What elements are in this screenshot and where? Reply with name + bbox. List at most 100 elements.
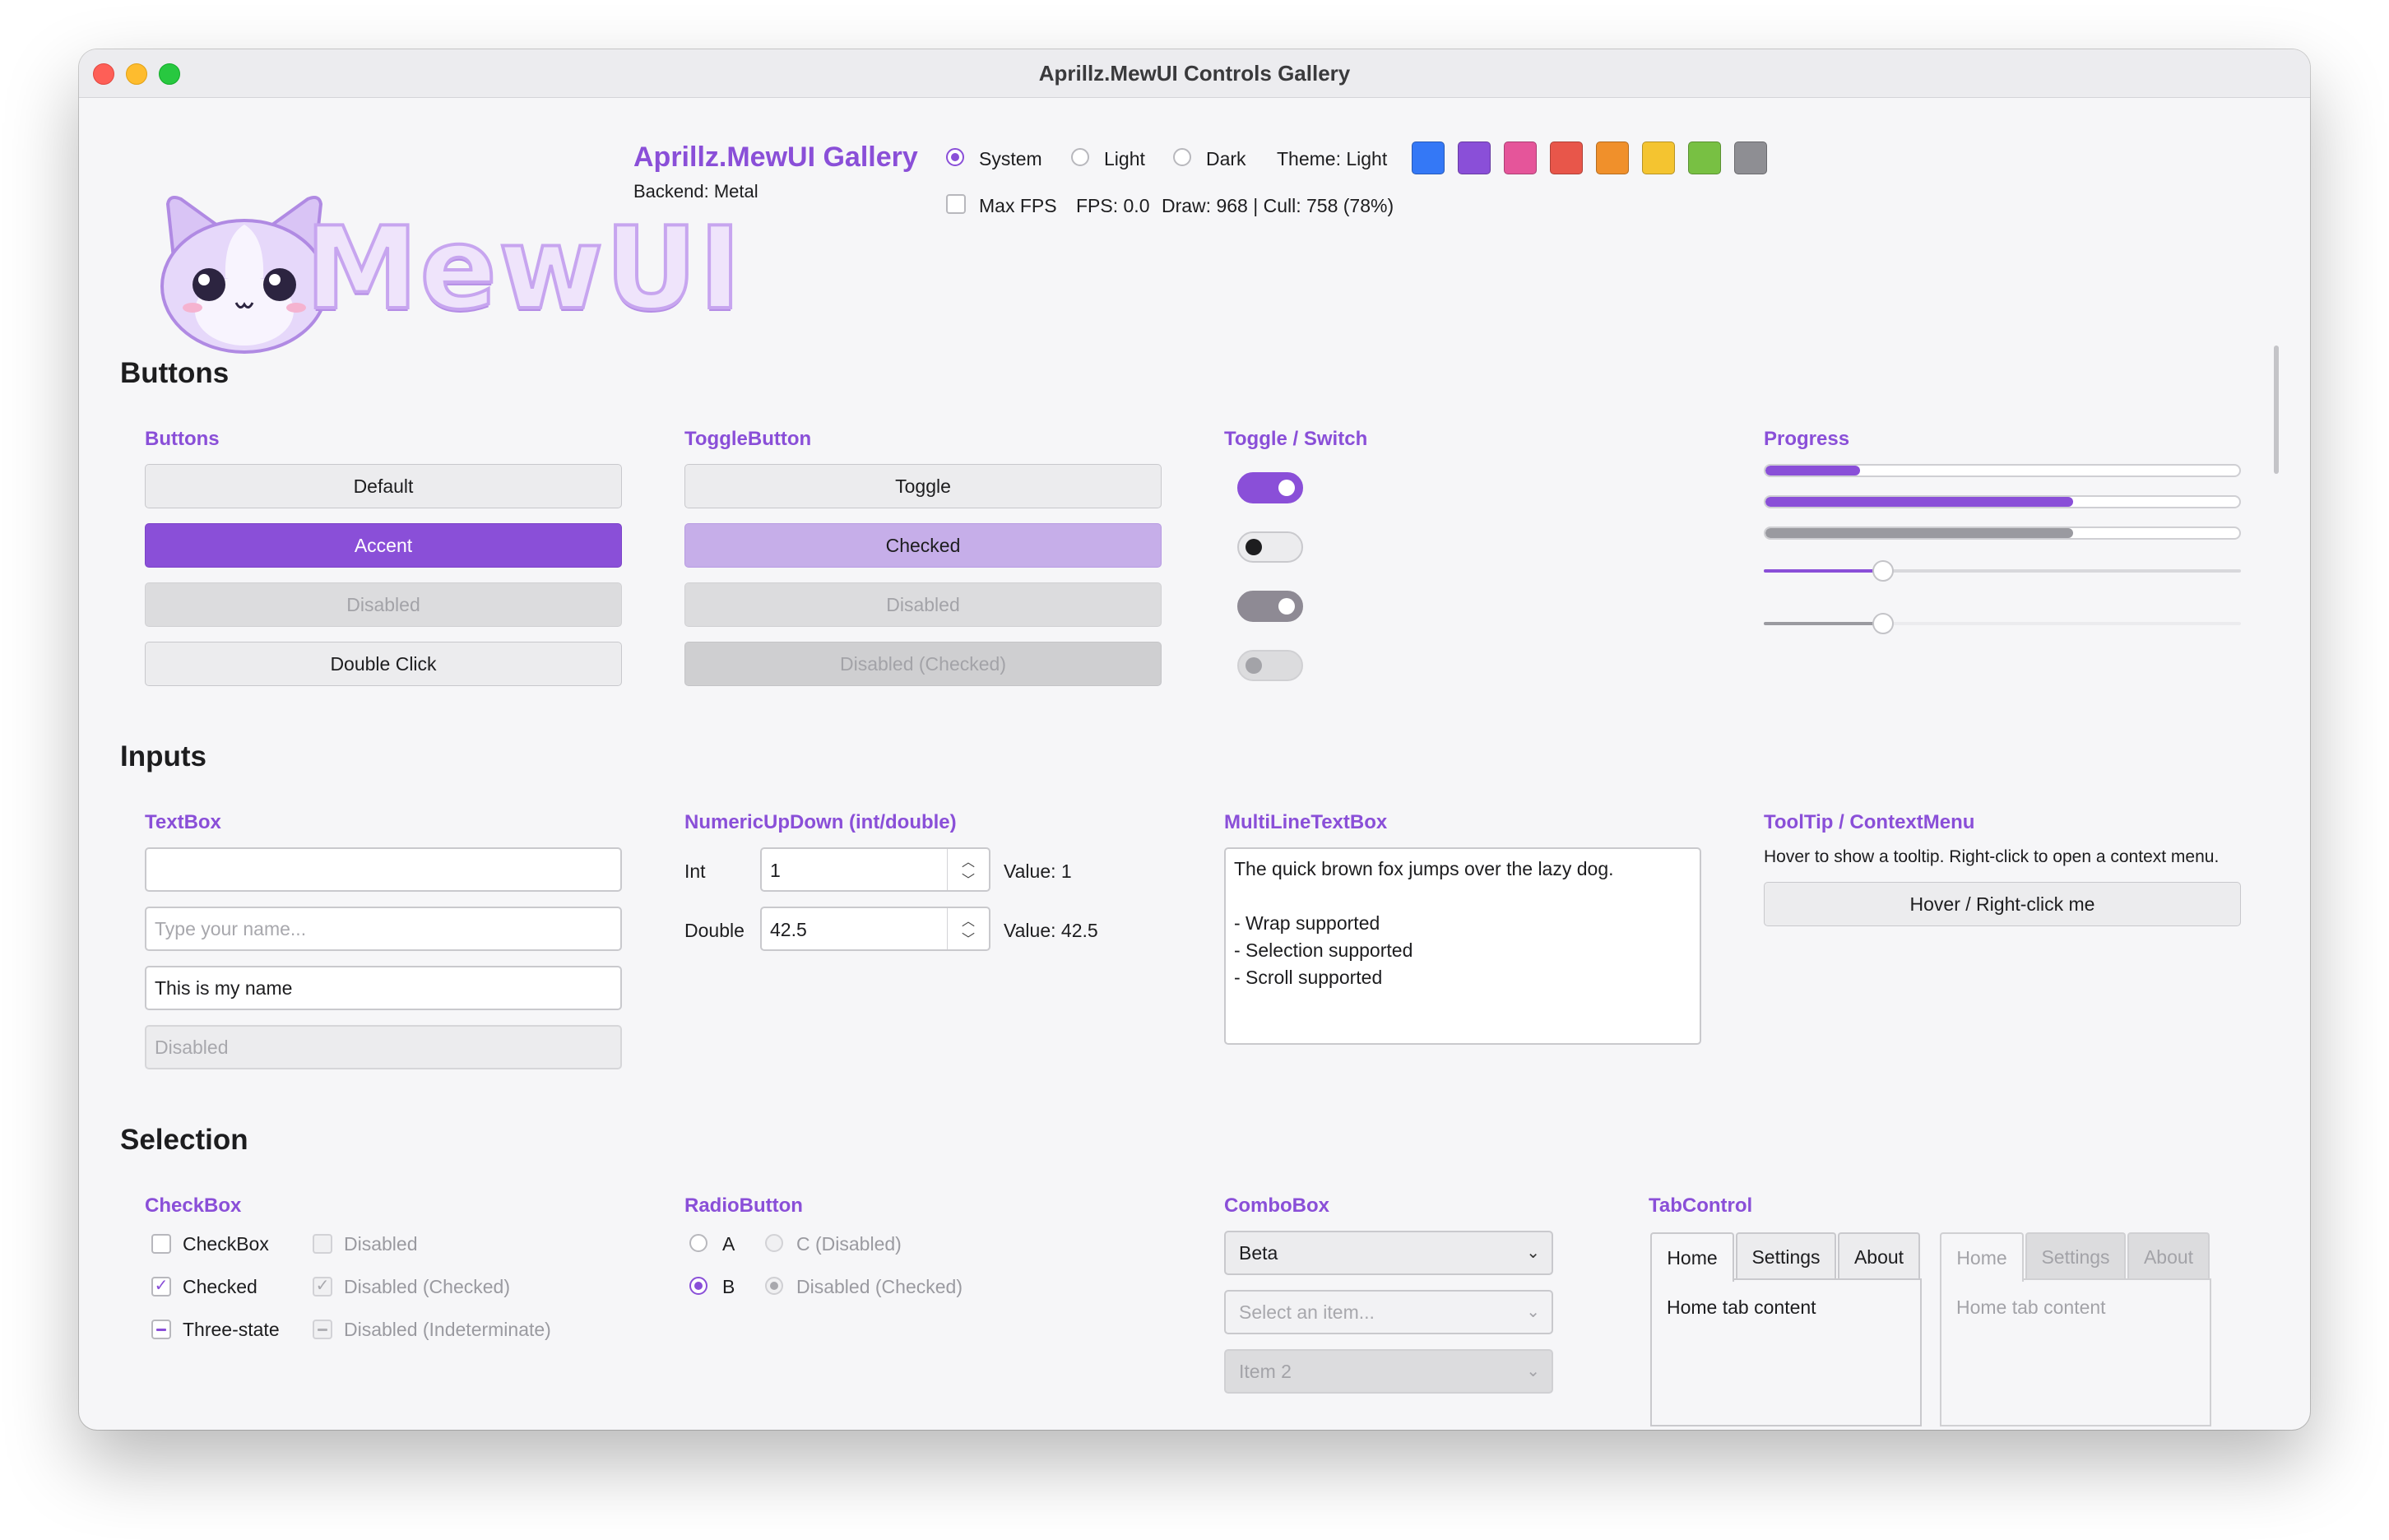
indeterminate-icon [156,1329,166,1331]
double-spinner[interactable]: ︿ ﹀ [947,908,989,949]
toggle-switch [1237,591,1303,622]
multiline-line: - Scroll supported [1234,967,1383,988]
textbox-placeholder[interactable]: Type your name... [145,907,622,951]
checkbox-label: Disabled (Indeterminate) [344,1319,551,1340]
radio-c-disabled [765,1234,783,1252]
multiline-line: - Wrap supported [1234,912,1380,934]
toggle-switch[interactable] [1237,531,1303,563]
increment-icon[interactable]: ︿ [948,910,989,930]
accent-button[interactable]: Accent [145,523,622,568]
toggle-switch [1237,650,1303,681]
toggle-switch[interactable] [1237,472,1303,503]
accent-swatch[interactable] [1412,141,1445,174]
combobox-placeholder-text: Select an item... [1239,1301,1375,1323]
progress-bar [1764,526,2241,540]
int-spinner[interactable]: ︿ ﹀ [947,849,989,890]
theme-radio-dark[interactable] [1173,148,1191,166]
accent-swatch[interactable] [1642,141,1675,174]
progress-fill [1765,528,2074,538]
tab-about-disabled: About [2127,1232,2210,1280]
checkmark-icon: ✓ [315,1277,330,1295]
textbox-name[interactable]: This is my name [145,966,622,1010]
gallery-content: MewUI Aprillz.MewUI Gallery Backend: Met… [79,97,2310,1430]
switch-knob [1278,480,1295,496]
window-title: Aprillz.MewUI Controls Gallery [1038,61,1351,86]
double-numeric-updown[interactable]: 42.5 ︿ ﹀ [760,907,990,951]
checkbox: ✓ [313,1277,332,1296]
toggle-button[interactable]: Toggle [684,464,1162,508]
progress-bar [1764,464,2241,477]
tab-content: Home tab content [1667,1296,1816,1318]
mewui-logo-text: MewUI [304,202,743,335]
multiline-textbox[interactable]: The quick brown fox jumps over the lazy … [1224,847,1701,1045]
radio-disabled-checked-label: Disabled (Checked) [796,1276,963,1297]
accent-swatch[interactable] [1550,141,1583,174]
accent-swatch[interactable] [1504,141,1537,174]
int-numeric-updown[interactable]: 1 ︿ ﹀ [760,847,990,892]
double-value: 42.5 [770,919,807,940]
tab-panel: Home tab content [1650,1278,1922,1426]
group-title-buttons: Buttons [145,428,220,450]
theme-option-dark: Dark [1206,148,1246,169]
vertical-scrollbar[interactable] [2274,346,2279,474]
tabcontrol-disabled: Home Settings About Home tab content [1940,1232,2211,1426]
group-title-textbox: TextBox [145,811,221,833]
section-title-buttons: Buttons [120,357,230,389]
theme-radio-light[interactable] [1071,148,1089,166]
radio-a-label: A [722,1233,735,1255]
group-title-togglebutton: ToggleButton [684,428,812,450]
int-readout: Value: 1 [1004,860,1072,882]
accent-swatch[interactable] [1596,141,1629,174]
tabcontrol-enabled: Home Settings About Home tab content [1650,1232,1922,1426]
default-button[interactable]: Default [145,464,622,508]
hover-right-click-button[interactable]: Hover / Right-click me [1764,882,2241,926]
slider-fill [1764,622,1883,625]
group-title-progress: Progress [1764,428,1850,450]
switch-knob [1246,539,1262,555]
combobox-disabled-value: Item 2 [1239,1360,1292,1382]
title-bar: Aprillz.MewUI Controls Gallery [79,49,2310,98]
tab-settings[interactable]: Settings [1736,1232,1836,1280]
decrement-icon[interactable]: ﹀ [948,869,989,888]
tab-home-disabled: Home [1940,1232,2024,1282]
section-title-selection: Selection [120,1124,248,1156]
combobox-selected[interactable]: Beta ⌄ [1224,1231,1553,1275]
multiline-line: The quick brown fox jumps over the lazy … [1234,858,1614,879]
textbox-empty[interactable] [145,847,622,892]
draw-stats: Draw: 968 | Cull: 758 (78%) [1162,195,1394,216]
accent-swatch[interactable] [1734,141,1767,174]
checkbox-label: Disabled [344,1233,418,1255]
radio-a[interactable] [689,1234,707,1252]
checkbox-label: Disabled (Checked) [344,1276,510,1297]
increment-icon[interactable]: ︿ [948,851,989,870]
double-click-button[interactable]: Double Click [145,642,622,686]
combobox-value: Beta [1239,1241,1278,1264]
group-title-tabcontrol: TabControl [1649,1194,1753,1217]
theme-radio-system[interactable] [946,148,964,166]
int-label: Int [684,860,706,882]
checkbox[interactable]: ✓ [151,1277,171,1296]
chevron-down-icon: ⌄ [1526,1303,1540,1321]
accent-swatch[interactable] [1458,141,1491,174]
theme-label: Theme: Light [1277,148,1388,169]
group-title-multiline: MultiLineTextBox [1224,811,1388,833]
disabled-button: Disabled [145,582,622,627]
tab-home[interactable]: Home [1650,1232,1734,1282]
checkbox [313,1320,332,1339]
tab-about[interactable]: About [1838,1232,1920,1280]
toggle-button-checked[interactable]: Checked [684,523,1162,568]
tab-panel-disabled: Home tab content [1940,1278,2211,1426]
textbox-disabled: Disabled [145,1025,622,1069]
accent-swatch[interactable] [1688,141,1721,174]
max-fps-label: Max FPS [979,195,1057,216]
group-title-tooltip: ToolTip / ContextMenu [1764,811,1975,833]
radio-b[interactable] [689,1277,707,1295]
decrement-icon[interactable]: ﹀ [948,928,989,948]
slider-thumb[interactable] [1872,560,1894,582]
chevron-down-icon: ⌄ [1526,1362,1540,1380]
checkbox[interactable] [151,1320,171,1339]
checkbox-label: CheckBox [183,1233,269,1255]
checkbox[interactable] [151,1234,171,1254]
max-fps-checkbox[interactable] [946,194,966,214]
combobox-placeholder[interactable]: Select an item... ⌄ [1224,1290,1553,1334]
